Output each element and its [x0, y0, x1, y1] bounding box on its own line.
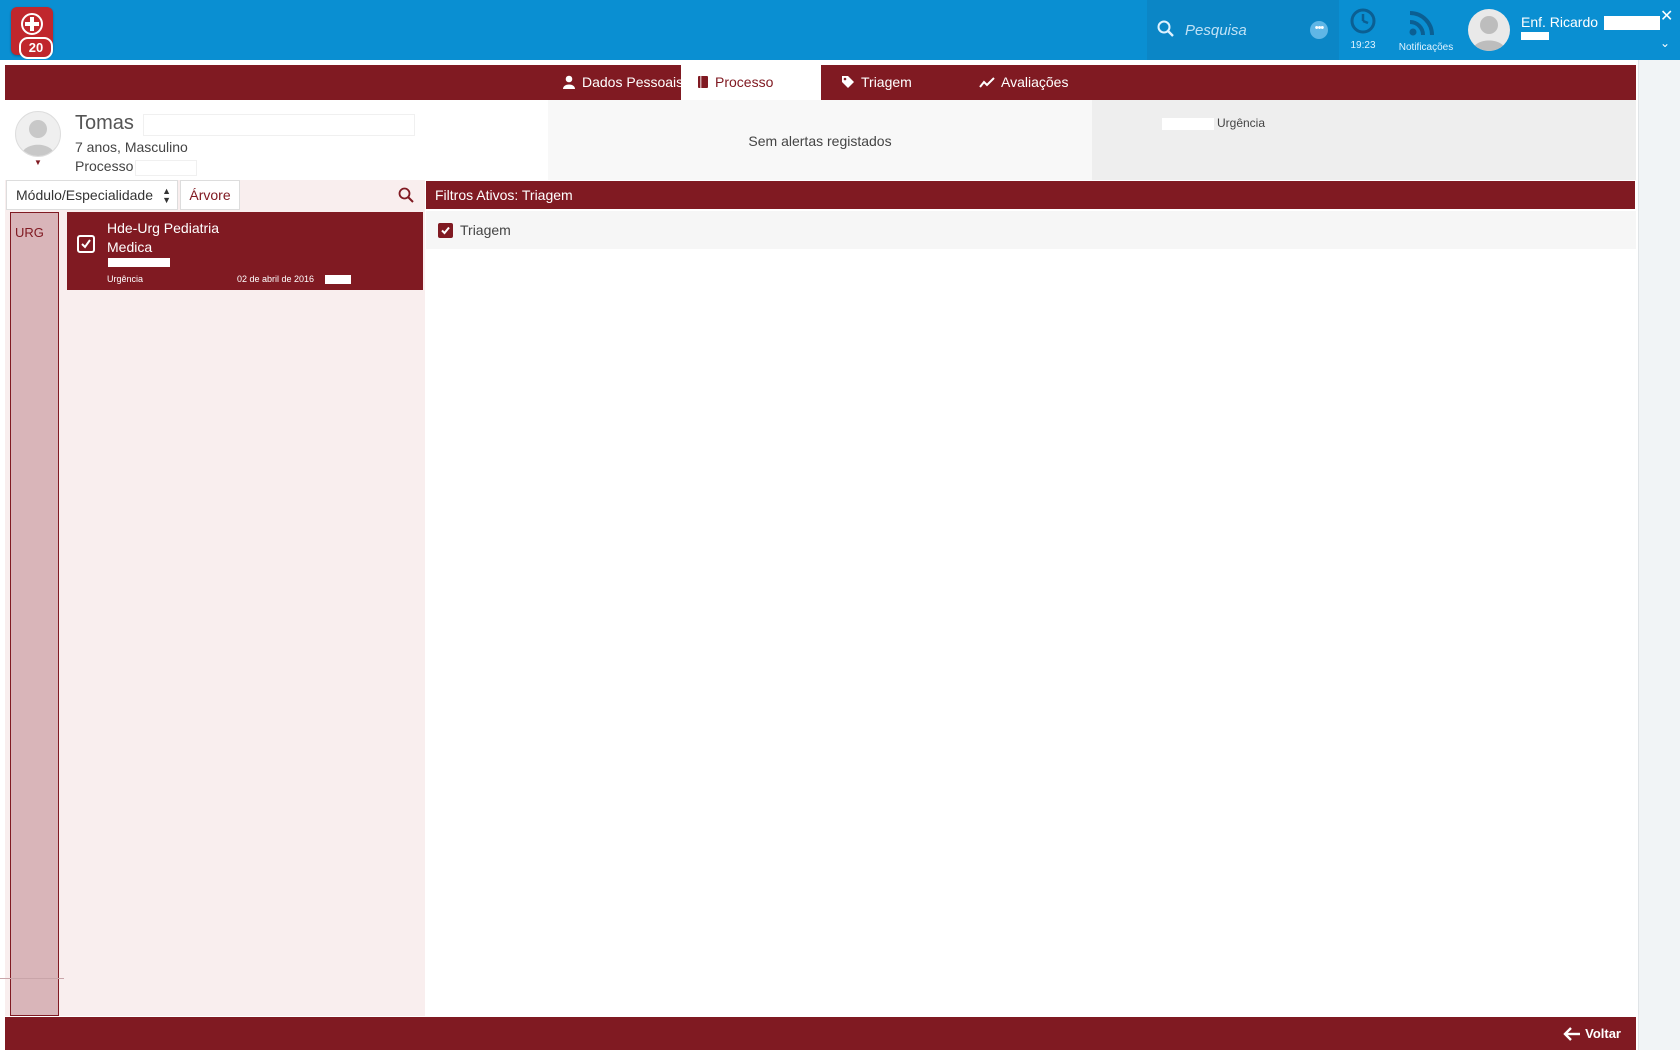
notification-count-badge: 20: [19, 37, 53, 59]
patient-name: Tomas: [75, 112, 134, 134]
chart-icon: [979, 77, 995, 88]
redacted-episode-detail: [108, 258, 170, 267]
redacted-episode-time: [325, 275, 351, 284]
back-button[interactable]: Voltar: [1563, 1017, 1621, 1050]
module-specialty-select[interactable]: Módulo/Especialidade ▲ ▼: [6, 180, 178, 210]
medical-cross-icon: [21, 13, 43, 35]
tab-triagem[interactable]: Triagem: [835, 65, 955, 100]
footer-bar: Voltar: [5, 1017, 1636, 1050]
clock-icon: [1350, 8, 1376, 34]
episode-panel: Urgência: [1092, 100, 1636, 180]
checkbox-checked-icon[interactable]: [77, 235, 95, 253]
select-arrows-icon: ▲ ▼: [162, 186, 171, 205]
search-icon: [1157, 20, 1174, 37]
episode-list-item[interactable]: Hde-Urg Pediatria Medica Urgência 02 de …: [67, 212, 423, 290]
patient-tabs-bar: Dados Pessoais Processo Triagem Avaliaçõ…: [5, 65, 1636, 100]
redacted-episode-id: [1162, 118, 1214, 130]
redacted-surname: [143, 114, 415, 136]
top-bar: 20 ••• 19:23 Notificações Enf. Rica: [0, 0, 1680, 60]
episode-type: Urgência: [1217, 116, 1266, 130]
patient-header: ▼ Tomas 7 anos, Masculino Processo: [5, 100, 548, 180]
user-silhouette-icon: [21, 120, 55, 156]
tab-dados-pessoais[interactable]: Dados Pessoais: [556, 65, 686, 100]
clock-widget[interactable]: 19:23: [1340, 0, 1386, 60]
tab-avaliacoes[interactable]: Avaliações: [973, 65, 1103, 100]
more-options-icon[interactable]: •••: [1310, 21, 1328, 39]
right-edge-panel: [1638, 60, 1680, 1050]
user-silhouette-icon: [1472, 16, 1506, 51]
patient-avatar[interactable]: [15, 111, 61, 157]
tab-processo[interactable]: Processo: [681, 65, 821, 100]
episodes-sidebar: Módulo/Especialidade ▲ ▼ Árvore URG: [5, 180, 425, 1016]
redacted-process-number: [135, 160, 197, 176]
active-filters-header: Filtros Ativos: Triagem: [426, 181, 1635, 209]
user-icon: [563, 75, 575, 89]
chevron-down-icon[interactable]: ⌄: [1660, 36, 1670, 50]
divider: [0, 978, 64, 979]
search-icon[interactable]: [398, 187, 414, 203]
alerts-text: Sem alertas registados: [748, 133, 892, 149]
close-icon[interactable]: ✕: [1660, 6, 1673, 26]
book-icon: [698, 76, 708, 88]
user-name[interactable]: Enf. Ricardo: [1521, 14, 1660, 31]
tree-view-button[interactable]: Árvore: [180, 180, 240, 210]
patient-age-gender: 7 anos, Masculino: [75, 139, 188, 155]
redacted-role: [1521, 32, 1549, 40]
patient-process-label: Processo: [75, 158, 134, 174]
alerts-panel: Sem alertas registados: [548, 100, 1092, 180]
rss-icon: [1409, 11, 1434, 36]
filter-item[interactable]: Triagem: [426, 211, 1636, 249]
arrow-left-icon: [1563, 1027, 1581, 1041]
clock-time: 19:23: [1350, 40, 1376, 51]
caret-down-icon[interactable]: ▼: [34, 158, 42, 167]
notifications-label: Notificações: [1398, 42, 1454, 53]
episode-date: 02 de abril de 2016: [237, 274, 315, 284]
category-label: URG: [15, 225, 44, 240]
episode-type: Urgência: [107, 274, 144, 284]
redacted-surname: [1603, 16, 1660, 31]
filter-label: Triagem: [460, 222, 511, 238]
category-column[interactable]: URG: [10, 212, 59, 1016]
records-content-area: [426, 249, 1636, 1016]
checkbox-checked-icon[interactable]: [438, 223, 453, 238]
episode-title: Hde-Urg Pediatria Medica: [107, 220, 220, 255]
search-box[interactable]: •••: [1147, 0, 1339, 60]
notifications-button[interactable]: Notificações: [1390, 0, 1453, 60]
search-input[interactable]: [1183, 17, 1307, 43]
app-logo[interactable]: 20: [11, 7, 53, 59]
tag-icon: [842, 76, 854, 88]
user-avatar[interactable]: [1468, 9, 1510, 51]
